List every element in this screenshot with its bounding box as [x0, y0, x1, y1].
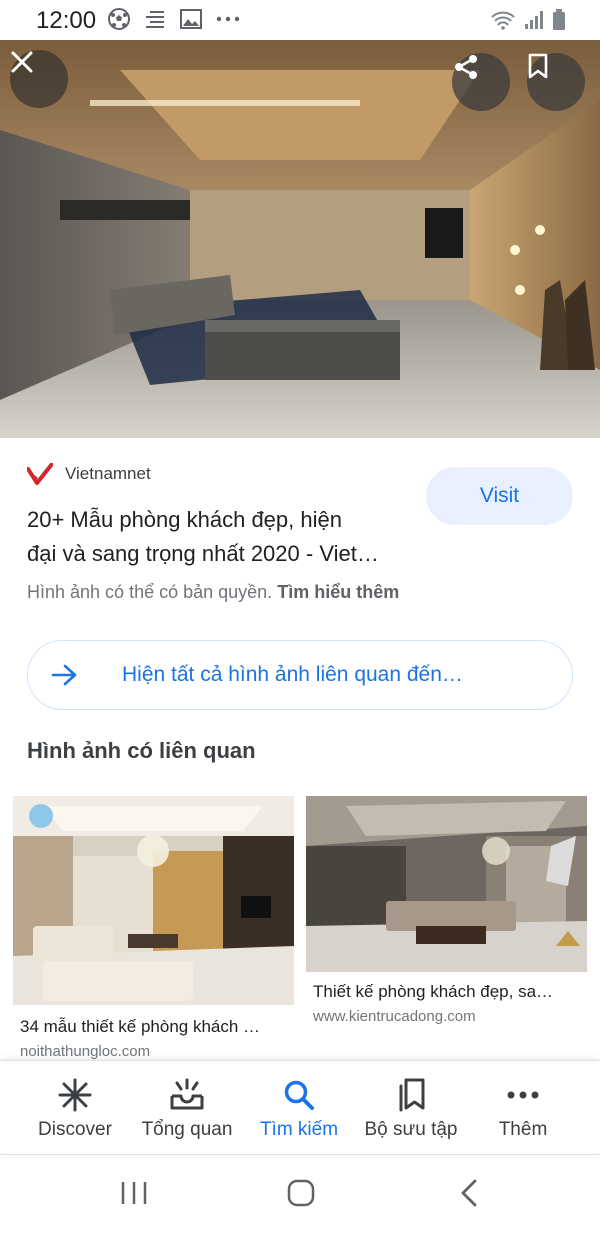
nav-discover[interactable]: Discover [15, 1061, 135, 1156]
related-section-title: Hình ảnh có liên quan [27, 738, 256, 763]
related-card-2[interactable]: Thiết kế phòng khách đẹp, sa… www.kientr… [306, 796, 587, 1025]
asterisk-icon [58, 1078, 92, 1112]
result-title-line2: đại và sang trọng nhất 2020 - Viet… [27, 541, 379, 566]
visit-button[interactable]: Visit [426, 467, 573, 525]
nav-more[interactable]: Thêm [463, 1061, 583, 1156]
image-icon [180, 9, 202, 29]
arrow-right-icon [51, 664, 77, 686]
search-icon [284, 1080, 314, 1110]
nav-discover-label: Discover [38, 1119, 112, 1140]
living-room-photo [0, 40, 600, 438]
more-dots-icon [216, 16, 240, 22]
battery-icon [553, 9, 565, 30]
close-icon [11, 51, 33, 73]
status-icons-left [108, 8, 240, 30]
nav-search-label: Tìm kiếm [259, 1119, 339, 1140]
signal-icon [525, 11, 543, 29]
hero-image[interactable] [0, 40, 600, 438]
more-horizontal-icon [507, 1091, 539, 1099]
recents-icon[interactable] [120, 1180, 148, 1206]
related-card-1-image [13, 796, 294, 1005]
show-all-related-button[interactable]: Hiện tất cả hình ảnh liên quan đến… [27, 640, 573, 710]
related-card-2-title: Thiết kế phòng khách đẹp, sa… [313, 982, 554, 1001]
status-bar: 12:00 [0, 0, 600, 40]
living-room-thumbnail-2 [306, 796, 587, 972]
share-icon [455, 55, 477, 79]
result-title-line1: 20+ Mẫu phòng khách đẹp, hiện [27, 507, 342, 532]
collections-bookmark-icon [399, 1078, 425, 1112]
related-card-1-domain: noithathungloc.com [20, 1043, 151, 1060]
updates-tray-icon [170, 1078, 204, 1110]
status-time: 12:00 [36, 7, 97, 34]
nav-collections-label: Bộ sưu tập [364, 1119, 458, 1140]
back-icon[interactable] [458, 1178, 480, 1208]
system-navigation-bar [0, 1156, 600, 1233]
living-room-thumbnail-1 [13, 796, 294, 1005]
related-card-1[interactable]: 34 mẫu thiết kế phòng khách … noithathun… [13, 796, 294, 1060]
wifi-icon [491, 11, 515, 30]
copyright-text: Hình ảnh có thể có bản quyền. [27, 582, 273, 602]
close-button[interactable] [10, 50, 68, 108]
share-button[interactable] [452, 53, 510, 111]
vietnamnet-logo-icon [27, 463, 53, 485]
nav-collections[interactable]: Bộ sưu tập [351, 1061, 471, 1156]
result-title[interactable]: 20+ Mẫu phòng khách đẹp, hiện đại và san… [27, 503, 417, 571]
nav-search[interactable]: Tìm kiếm [239, 1061, 359, 1156]
bottom-navigation: Discover Tổng quan Tìm kiếm Bộ sưu tập T… [0, 1060, 600, 1155]
show-all-related-label: Hiện tất cả hình ảnh liên quan đến… [122, 663, 463, 686]
nav-updates[interactable]: Tổng quan [127, 1061, 247, 1156]
related-card-1-title: 34 mẫu thiết kế phòng khách … [20, 1017, 261, 1036]
home-icon[interactable] [286, 1178, 316, 1208]
related-card-2-image [306, 796, 587, 972]
nav-updates-label: Tổng quan [141, 1119, 233, 1140]
notification-lines-icon [146, 11, 164, 28]
related-card-2-domain: www.kientrucadong.com [313, 1008, 476, 1025]
nav-more-label: Thêm [498, 1119, 548, 1140]
source-row[interactable]: Vietnamnet [27, 463, 151, 485]
save-button[interactable] [527, 53, 585, 111]
copyright-notice: Hình ảnh có thể có bản quyền. Tìm hiểu t… [27, 582, 399, 603]
soccer-ball-icon [108, 8, 130, 30]
bookmark-icon [528, 53, 548, 79]
status-icons-right [490, 9, 566, 31]
learn-more-link[interactable]: Tìm hiểu thêm [277, 582, 399, 602]
source-name: Vietnamnet [65, 464, 151, 483]
